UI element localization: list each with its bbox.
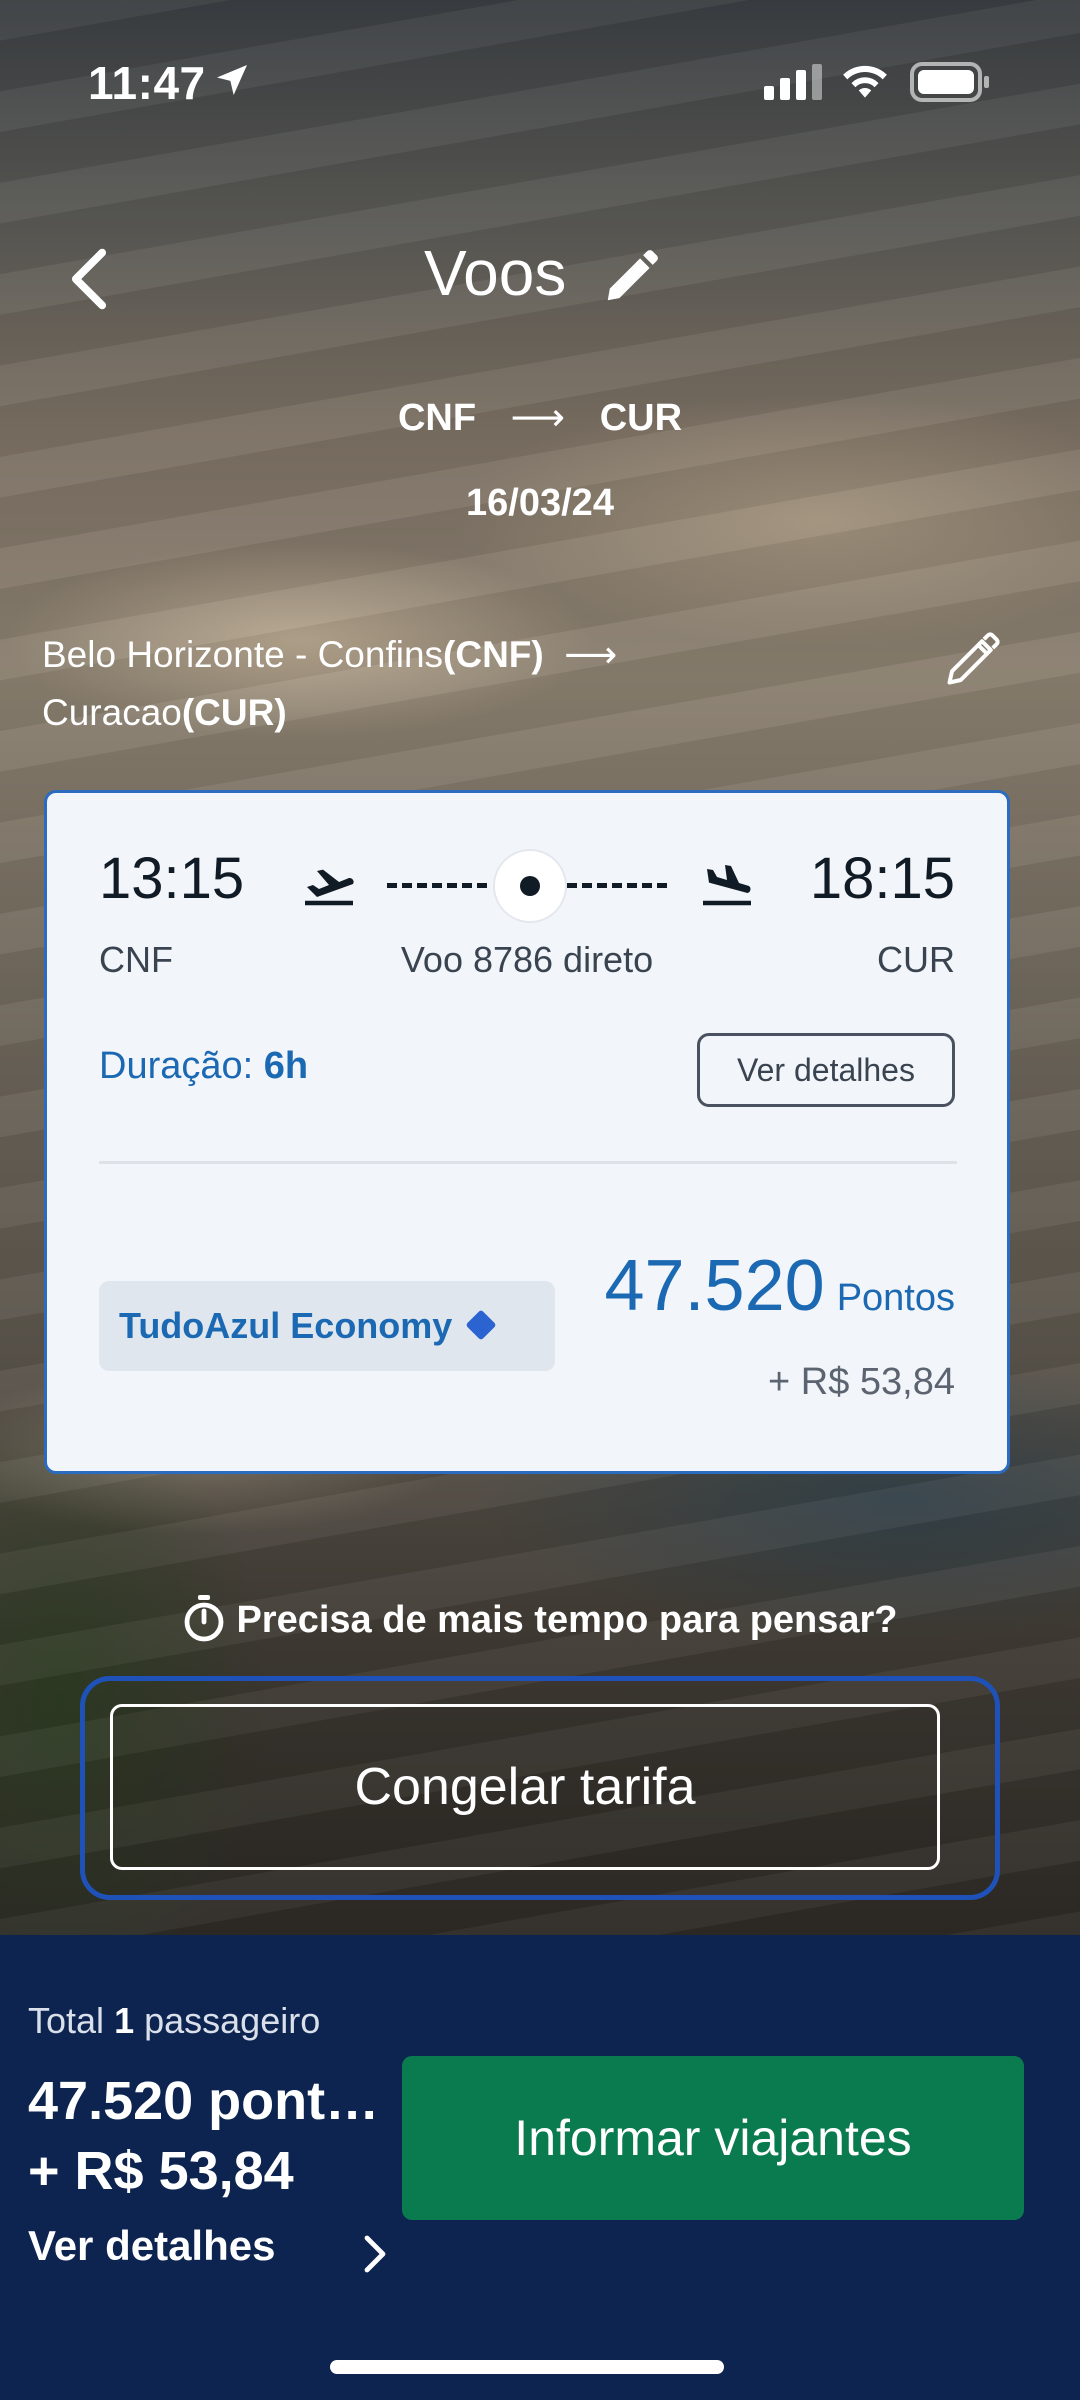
fare-class-name: TudoAzul Economy [119, 1305, 453, 1346]
duration-value: 6h [263, 1045, 309, 1087]
status-time: 11:47 [88, 57, 206, 109]
origin-code-paren: (CNF) [443, 634, 544, 675]
total-cash: + R$ 53,84 [28, 2141, 294, 2201]
status-bar: 11:47 [0, 0, 1080, 140]
edit-pencil-icon[interactable] [600, 246, 662, 308]
points-unit: Pontos [836, 1277, 955, 1319]
points-value: 47.520 [604, 1246, 825, 1326]
card-divider [99, 1161, 957, 1164]
chevron-right-icon[interactable] [360, 2232, 390, 2276]
location-arrow-icon [217, 65, 247, 95]
see-details-link[interactable]: Ver detalhes [28, 2222, 275, 2270]
total-points: 47.520 pontos [28, 2071, 388, 2131]
route-summary: CNF ⟶ CUR [0, 395, 1080, 440]
origin-name: Belo Horizonte - Confins [42, 634, 444, 675]
fare-class-badge: TudoAzul Economy [99, 1281, 555, 1371]
edit-route-pencil-icon[interactable] [942, 630, 1002, 690]
total-prefix: Total [28, 2000, 105, 2041]
destination-code-paren: (CUR) [181, 692, 287, 733]
diamond-icon [465, 1309, 497, 1341]
route-full-names: Belo Horizonte - Confins(CNF) ⟶ Curacao(… [42, 626, 842, 742]
stopwatch-icon [185, 1595, 224, 1642]
route-arrow-icon: ⟶ [510, 397, 566, 439]
more-time-prompt: Precisa de mais tempo para pensar? [0, 1594, 1080, 1642]
cash-price: + R$ 53,84 [768, 1361, 955, 1403]
cellular-signal-icon [764, 64, 822, 100]
inform-travelers-button[interactable]: Informar viajantes [402, 2056, 1024, 2220]
route-dash-left [387, 883, 487, 888]
flight-number-info: Voo 8786 direto [400, 939, 654, 980]
freeze-fare-button[interactable]: Congelar tarifa [110, 1704, 940, 1870]
passenger-count: 1 [114, 2000, 135, 2041]
arrival-time: 18:15 [809, 846, 955, 911]
departure-time: 13:15 [99, 846, 245, 911]
wifi-icon [843, 65, 887, 98]
more-time-text: Precisa de mais tempo para pensar? [236, 1599, 898, 1641]
flight-details-button[interactable]: Ver detalhes [697, 1033, 955, 1107]
takeoff-plane-icon [305, 869, 354, 906]
battery-icon [910, 62, 989, 102]
route-dash-right [567, 883, 667, 888]
arrival-code: CUR [877, 939, 955, 980]
passenger-label: passageiro [144, 2000, 321, 2041]
back-chevron-icon[interactable] [64, 246, 114, 312]
total-passengers: Total 1 passageiro [28, 2000, 320, 2042]
destination-name: Curacao [42, 692, 182, 733]
route-arrow-icon: ⟶ [554, 634, 618, 675]
landing-plane-icon [703, 865, 751, 906]
duration-label: Duração: [99, 1045, 254, 1087]
flight-progress-dot [495, 851, 565, 921]
travel-date: 16/03/24 [466, 482, 614, 524]
origin-code: CNF [397, 397, 477, 439]
points-price: 47.520 Pontos [604, 1245, 955, 1327]
duration: Duração: 6h [99, 1045, 308, 1088]
home-indicator[interactable] [330, 2360, 724, 2374]
destination-code: CUR [599, 397, 683, 439]
flight-card[interactable]: 13:15 18:15 CNF Voo 8786 direto CUR Dura… [44, 790, 1010, 1474]
page-title: Voos [424, 237, 567, 309]
